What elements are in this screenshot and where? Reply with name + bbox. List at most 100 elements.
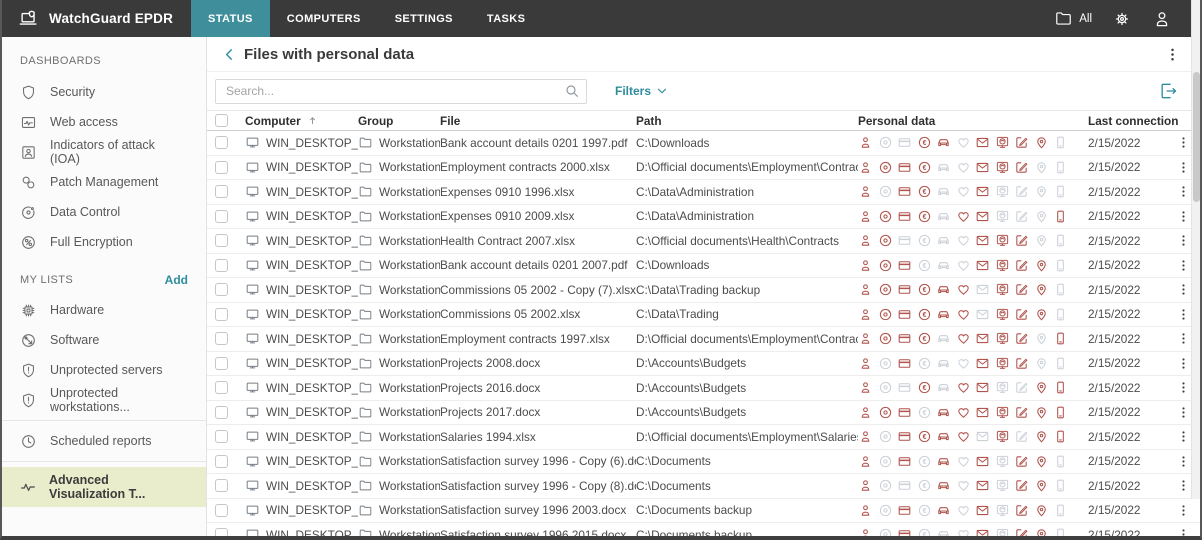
table-row[interactable]: WIN_DESKTOP_10WorkstationProjects 2017.d… [207, 401, 1200, 426]
table-row[interactable]: WIN_DESKTOP_10WorkstationProjects 2008.d… [207, 352, 1200, 377]
add-list-link[interactable]: Add [165, 273, 188, 287]
table-row[interactable]: WIN_DESKTOP_10WorkstationCommissions 05 … [207, 303, 1200, 328]
sidebar-item-scheduled-reports[interactable]: Scheduled reports [2, 426, 206, 456]
mobile-phone-icon [1053, 184, 1068, 199]
computer-icon [245, 405, 260, 420]
export-button[interactable] [1158, 81, 1178, 101]
row-checkbox-cell [215, 185, 245, 198]
phone-icon [995, 380, 1010, 395]
column-header-last-connection[interactable]: Last connection [1088, 114, 1177, 128]
credit-card-icon [897, 160, 912, 175]
file-path: C:\Data\Trading backup [636, 283, 760, 297]
tab-computers[interactable]: COMPUTERS [270, 0, 378, 37]
row-checkbox[interactable] [215, 234, 228, 247]
row-checkbox[interactable] [215, 479, 228, 492]
last-connection-cell: 2/15/2022 [1088, 258, 1177, 272]
table-row[interactable]: WIN_DESKTOP_1WorkstationExpenses 0910 19… [207, 180, 1200, 205]
file-cell: Satisfaction survey 1996 - Copy (8).docx [440, 479, 636, 493]
path-cell: D:\Accounts\Budgets [636, 381, 858, 395]
row-checkbox[interactable] [215, 161, 228, 174]
car-icon [936, 405, 951, 420]
sidebar: DASHBOARDS SecurityWeb accessIndicators … [2, 37, 207, 536]
row-checkbox[interactable] [215, 259, 228, 272]
search-input[interactable] [215, 79, 587, 104]
sidebar-item-software[interactable]: Software [2, 325, 206, 355]
row-checkbox[interactable] [215, 430, 228, 443]
column-header-personal-data[interactable]: Personal data [858, 114, 1088, 128]
row-checkbox[interactable] [215, 455, 228, 468]
tab-tasks[interactable]: TASKS [470, 0, 542, 37]
table-row[interactable]: WIN_DESKTOP_10WorkstationSatisfaction su… [207, 499, 1200, 524]
row-checkbox[interactable] [215, 381, 228, 394]
phone-icon [995, 454, 1010, 469]
encryption-icon [20, 234, 37, 251]
group-folder-icon [358, 160, 373, 175]
row-checkbox[interactable] [215, 210, 228, 223]
sidebar-item-data-control[interactable]: Data Control [2, 197, 206, 227]
sidebar-item-security[interactable]: Security [2, 77, 206, 107]
filters-button[interactable]: Filters [615, 84, 668, 98]
sidebar-item-unprotected-servers[interactable]: Unprotected servers [2, 355, 206, 385]
table-row[interactable]: WIN_DESKTOP_10WorkstationCommissions 05 … [207, 278, 1200, 303]
sidebar-item-unprotected-workstations[interactable]: Unprotected workstations... [2, 385, 206, 415]
row-checkbox[interactable] [215, 308, 228, 321]
table-row[interactable]: WIN_DESKTOP_1WorkstationBank account det… [207, 131, 1200, 156]
row-checkbox[interactable] [215, 406, 228, 419]
tab-status[interactable]: STATUS [191, 0, 270, 37]
table-row[interactable]: WIN_DESKTOP_10WorkstationSatisfaction su… [207, 523, 1200, 536]
sidebar-item-advanced-visualization-t[interactable]: Advanced Visualization T... [2, 467, 206, 507]
phone-icon [995, 331, 1010, 346]
back-button[interactable] [221, 46, 238, 63]
row-checkbox[interactable] [215, 283, 228, 296]
last-connection-cell: 2/15/2022 [1088, 283, 1177, 297]
personal-data-cell [858, 380, 1088, 395]
sidebar-item-web-access[interactable]: Web access [2, 107, 206, 137]
table-row[interactable]: WIN_DESKTOP_1WorkstationEmployment contr… [207, 156, 1200, 181]
person-icon [858, 209, 873, 224]
row-checkbox[interactable] [215, 357, 228, 370]
row-checkbox[interactable] [215, 528, 228, 536]
settings-gear-button[interactable] [1112, 9, 1132, 29]
hardware-icon [20, 302, 37, 319]
column-header-group[interactable]: Group [358, 114, 440, 128]
table-row[interactable]: WIN_DESKTOP_1WorkstationHealth Contract … [207, 229, 1200, 254]
location-pin-icon [1034, 282, 1049, 297]
last-connection-cell: 2/15/2022 [1088, 381, 1177, 395]
sidebar-item-full-encryption[interactable]: Full Encryption [2, 227, 206, 257]
location-pin-icon [1034, 331, 1049, 346]
table-row[interactable]: WIN_DESKTOP_1WorkstationExpenses 0910 20… [207, 205, 1200, 230]
row-checkbox[interactable] [215, 185, 228, 198]
group-cell: Workstation [358, 405, 440, 420]
column-header-label: Computer [245, 114, 301, 128]
user-account-button[interactable] [1152, 9, 1172, 29]
tab-settings[interactable]: SETTINGS [378, 0, 470, 37]
group-folder-icon [358, 405, 373, 420]
group-filter-button[interactable]: All [1054, 9, 1092, 28]
row-checkbox[interactable] [215, 332, 228, 345]
group-folder-icon [358, 380, 373, 395]
sidebar-item-hardware[interactable]: Hardware [2, 295, 206, 325]
table-row[interactable]: WIN_DESKTOP_10WorkstationSalaries 1994.x… [207, 425, 1200, 450]
table-row[interactable]: WIN_DESKTOP_10WorkstationSatisfaction su… [207, 450, 1200, 475]
table-row[interactable]: WIN_DESKTOP_10WorkstationSatisfaction su… [207, 474, 1200, 499]
sidebar-item-patch-management[interactable]: Patch Management [2, 167, 206, 197]
row-menu-button[interactable] [1177, 504, 1200, 517]
last-connection-date: 2/15/2022 [1088, 528, 1140, 536]
select-all-checkbox[interactable] [215, 114, 228, 127]
row-menu-button[interactable] [1177, 528, 1200, 536]
person-icon [858, 135, 873, 150]
sidebar-item-indicators-of-attack-ioa[interactable]: Indicators of attack (IOA) [2, 137, 206, 167]
row-checkbox[interactable] [215, 504, 228, 517]
vertical-scrollbar[interactable] [1191, 0, 1200, 499]
table-row[interactable]: WIN_DESKTOP_10WorkstationProjects 2016.d… [207, 376, 1200, 401]
page-menu-button[interactable] [1159, 47, 1186, 62]
column-header-path[interactable]: Path [636, 114, 858, 128]
computer-cell: WIN_DESKTOP_10 [245, 527, 358, 536]
table-row[interactable]: WIN_DESKTOP_10WorkstationEmployment cont… [207, 327, 1200, 352]
column-header-computer[interactable]: Computer [245, 114, 358, 128]
column-header-file[interactable]: File [440, 114, 636, 128]
scrollbar-thumb[interactable] [1193, 72, 1200, 202]
phone-icon [995, 429, 1010, 444]
table-row[interactable]: WIN_DESKTOP_10WorkstationBank account de… [207, 254, 1200, 279]
row-checkbox[interactable] [215, 136, 228, 149]
